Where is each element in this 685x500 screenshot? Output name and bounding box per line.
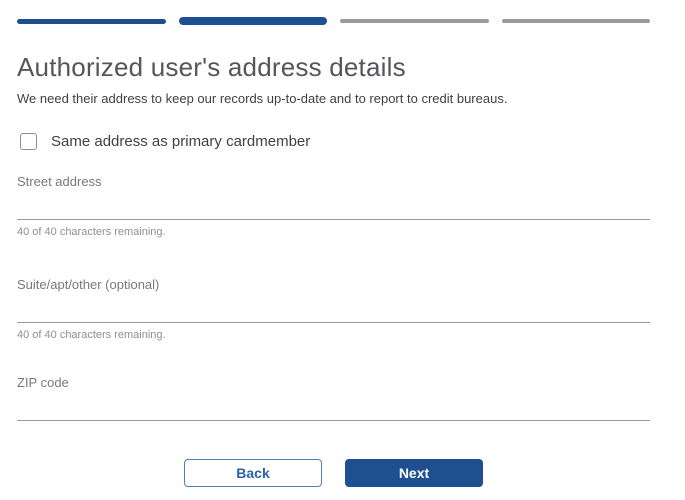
street-address-helper: 40 of 40 characters remaining. — [17, 226, 166, 238]
progress-step-4 — [501, 19, 650, 23]
form-actions: Back Next — [17, 459, 650, 487]
suite-apt-helper: 40 of 40 characters remaining. — [17, 329, 166, 341]
suite-apt-input[interactable] — [17, 294, 650, 323]
same-address-checkbox-row[interactable]: Same address as primary cardmember — [17, 133, 650, 150]
page-subtitle: We need their address to keep our record… — [17, 91, 508, 106]
page-title: Authorized user's address details — [17, 52, 406, 82]
same-address-checkbox-label: Same address as primary cardmember — [51, 133, 311, 150]
next-button[interactable]: Next — [345, 459, 483, 487]
street-address-input[interactable] — [17, 191, 650, 220]
zip-code-input[interactable] — [17, 392, 650, 421]
progress-bar — [17, 17, 650, 25]
zip-code-field-group: ZIP code — [17, 374, 650, 421]
zip-code-label: ZIP code — [17, 375, 69, 390]
progress-step-3 — [340, 19, 489, 23]
address-details-page: Authorized user's address details We nee… — [0, 0, 685, 500]
back-button[interactable]: Back — [184, 459, 322, 487]
progress-step-2 — [178, 17, 327, 25]
progress-step-1 — [17, 18, 166, 24]
same-address-checkbox[interactable] — [20, 133, 37, 150]
suite-apt-field-group: Suite/apt/other (optional) 40 of 40 char… — [17, 276, 650, 341]
street-address-label: Street address — [17, 174, 102, 189]
suite-apt-label: Suite/apt/other (optional) — [17, 277, 160, 292]
street-address-field-group: Street address 40 of 40 characters remai… — [17, 173, 650, 238]
